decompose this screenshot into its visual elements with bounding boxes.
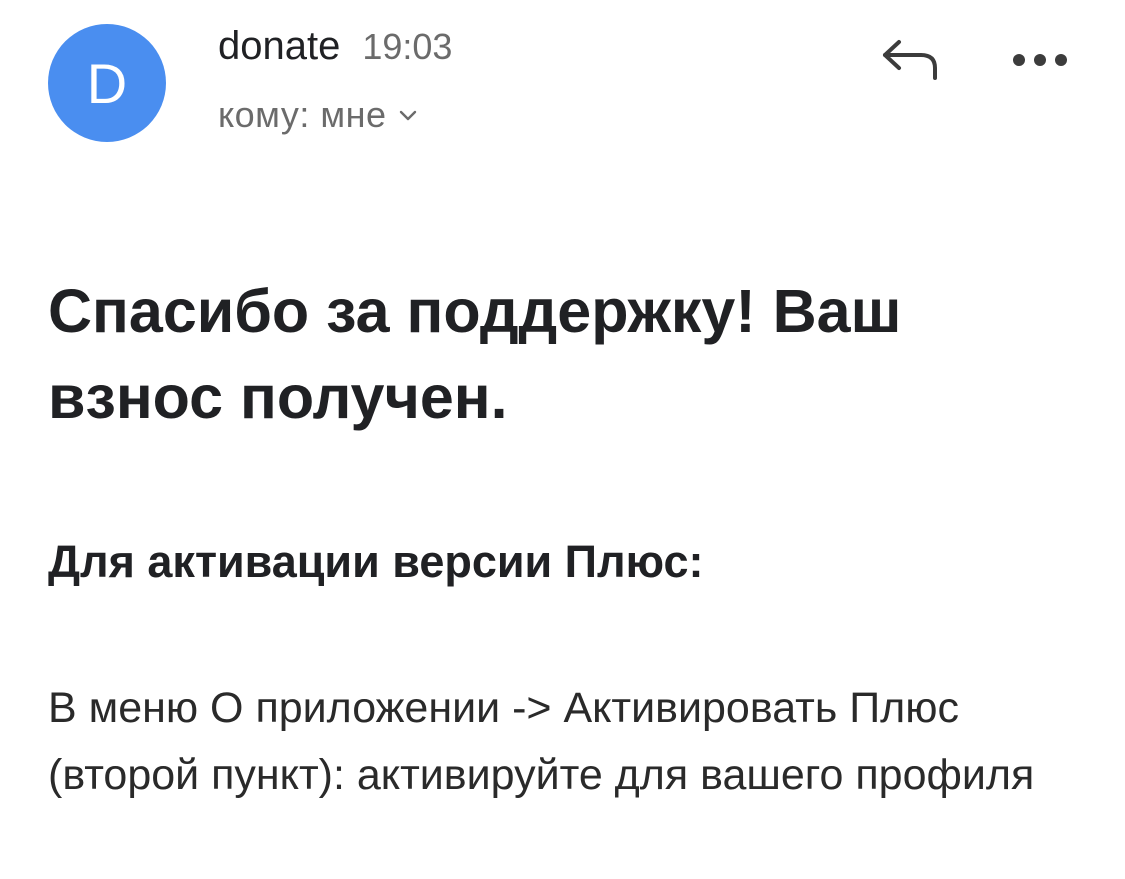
- message-body: Спасибо за поддержку! Ваш взнос получен.…: [48, 268, 1088, 799]
- recipient-label: кому: мне: [218, 94, 387, 135]
- reply-icon: [879, 36, 937, 85]
- chevron-down-icon: [399, 110, 417, 122]
- avatar-letter: D: [86, 51, 128, 115]
- more-horizontal-icon: [1012, 53, 1068, 72]
- reply-button[interactable]: [876, 34, 940, 86]
- sender-avatar[interactable]: D: [48, 24, 166, 142]
- message-time: 19:03: [362, 26, 453, 67]
- message-heading: Спасибо за поддержку! Ваш взнос получен.: [48, 277, 902, 431]
- more-options-button[interactable]: [1008, 40, 1072, 84]
- message-paragraph: В меню О приложении -> Активировать Плюс…: [48, 684, 1035, 799]
- message-subheading: Для активации версии Плюс:: [48, 536, 704, 587]
- sender-info: donate 19:03: [218, 24, 452, 69]
- recipient-details-toggle[interactable]: кому: мне: [218, 94, 417, 136]
- sender-name[interactable]: donate: [218, 24, 340, 69]
